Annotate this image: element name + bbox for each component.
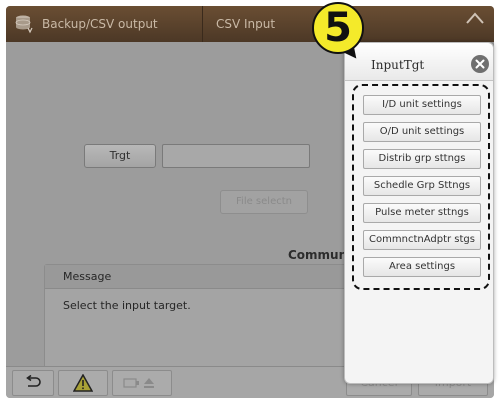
warning-icon: [73, 374, 93, 392]
option-pulse-meter-settings[interactable]: Pulse meter sttngs: [363, 203, 481, 223]
target-button[interactable]: Trgt: [84, 144, 156, 168]
message-box: Message Select the input target.: [44, 264, 364, 376]
target-field[interactable]: [162, 144, 310, 168]
tab-csv-input[interactable]: CSV Input: [216, 17, 275, 31]
target-option-list: I/D unit settings O/D unit settings Dist…: [353, 89, 487, 329]
file-select-button[interactable]: File selectn: [220, 190, 308, 214]
option-area-settings[interactable]: Area settings: [363, 257, 481, 277]
close-icon: [475, 59, 485, 69]
option-distrib-grp-settings[interactable]: Distrib grp sttngs: [363, 149, 481, 169]
usb-eject-icon: [123, 378, 154, 388]
option-comm-adapter-settings[interactable]: CommnctnAdptr stgs: [363, 230, 481, 250]
back-button[interactable]: [12, 370, 54, 396]
tab-backup-csv-output[interactable]: Backup/CSV output: [42, 17, 158, 31]
step-number-badge: 5: [312, 2, 364, 54]
message-header: Message: [45, 265, 363, 289]
database-icon: [15, 15, 33, 34]
warning-button[interactable]: [58, 370, 108, 396]
close-button[interactable]: [471, 55, 489, 73]
message-text: Select the input target.: [63, 299, 191, 312]
back-arrow-icon: [26, 375, 41, 387]
tab-divider: [202, 6, 203, 42]
panel-title: InputTgt: [371, 58, 425, 72]
option-od-unit-settings[interactable]: O/D unit settings: [363, 122, 481, 142]
chevron-up-icon[interactable]: [464, 10, 486, 26]
input-target-panel: InputTgt I/D unit settings O/D unit sett…: [344, 42, 494, 384]
option-id-unit-settings[interactable]: I/D unit settings: [363, 95, 481, 115]
media-eject-button[interactable]: [112, 370, 172, 396]
title-bar: Backup/CSV output CSV Input: [6, 6, 494, 42]
option-schedule-grp-settings[interactable]: Schedle Grp Sttngs: [363, 176, 481, 196]
panel-header: InputTgt: [345, 43, 493, 81]
